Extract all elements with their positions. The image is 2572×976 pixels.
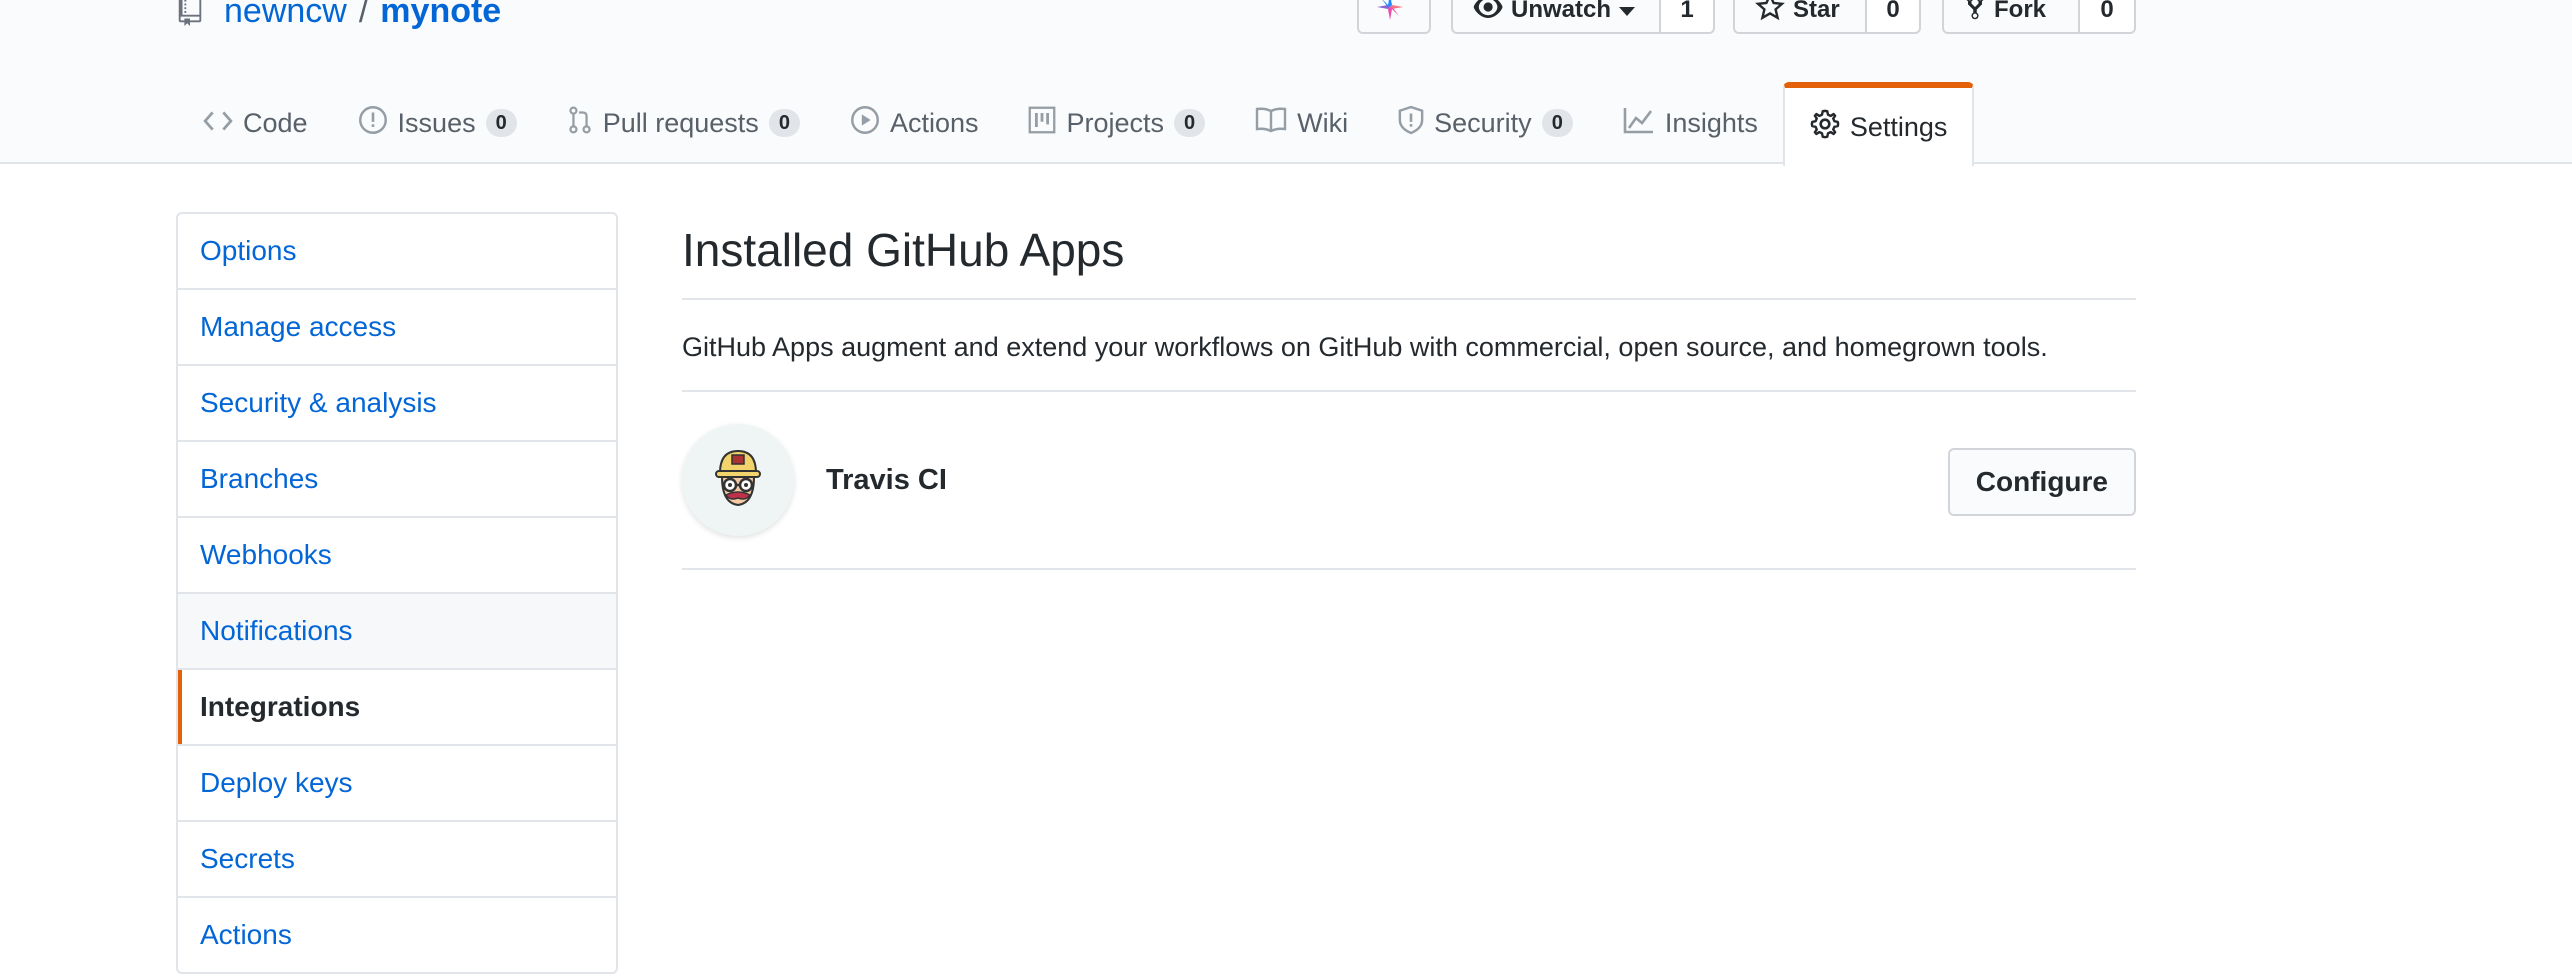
repo-name-link[interactable]: mynote xyxy=(380,0,501,31)
repo-icon xyxy=(178,0,204,28)
graph-icon xyxy=(1623,106,1665,141)
book-icon xyxy=(1255,107,1297,140)
watch-button-group: Unwatch 1 xyxy=(1451,0,1715,34)
tab-settings[interactable]: Settings xyxy=(1782,82,1975,166)
sidebar-item-deploy-keys[interactable]: Deploy keys xyxy=(178,746,616,822)
sidebar-item-actions[interactable]: Actions xyxy=(178,898,616,972)
code-icon xyxy=(203,108,243,139)
repo-separator: / xyxy=(358,0,369,30)
tab-label: Settings xyxy=(1849,111,1948,142)
tab-label: Insights xyxy=(1664,107,1758,138)
tab-label: Issues xyxy=(397,107,476,138)
main-content: Installed GitHub Apps GitHub Apps augmen… xyxy=(682,212,2136,570)
caret-down-icon xyxy=(1619,0,1643,24)
sidebar-item-secrets[interactable]: Secrets xyxy=(178,822,616,898)
tab-projects[interactable]: Projects 0 xyxy=(1003,82,1230,164)
tab-code[interactable]: Code xyxy=(178,82,333,164)
star-button[interactable]: Star xyxy=(1733,0,1867,34)
sidebar-item-webhooks[interactable]: Webhooks xyxy=(178,518,616,594)
tab-label: Pull requests xyxy=(602,107,759,138)
tab-pull-requests[interactable]: Pull requests 0 xyxy=(542,82,825,164)
sidebar-item-manage-access[interactable]: Manage access xyxy=(178,290,616,366)
star-icon xyxy=(1755,0,1793,28)
watchers-count-link[interactable]: 1 xyxy=(1661,0,1715,34)
shield-icon xyxy=(1398,105,1434,142)
page-title: Installed GitHub Apps xyxy=(682,212,2136,300)
repo-nav-tabs: Code Issues 0 Pull requests 0 Actions Pr… xyxy=(178,82,1975,166)
settings-sidebar: Options Manage access Security & analysi… xyxy=(176,212,618,974)
tab-label: Code xyxy=(243,107,308,138)
issue-icon xyxy=(358,105,398,142)
tab-security[interactable]: Security 0 xyxy=(1373,82,1598,164)
tab-label: Wiki xyxy=(1297,107,1349,138)
eye-icon xyxy=(1473,0,1511,25)
star-button-group: Star 0 xyxy=(1733,0,1921,34)
sidebar-item-branches[interactable]: Branches xyxy=(178,442,616,518)
sidebar-item-integrations[interactable]: Integrations xyxy=(178,670,616,746)
fork-icon xyxy=(1964,0,1994,28)
tab-issues[interactable]: Issues 0 xyxy=(333,82,542,164)
tab-wiki[interactable]: Wiki xyxy=(1230,82,1373,164)
app-avatar xyxy=(682,424,794,536)
repo-owner-link[interactable]: newncw xyxy=(224,0,347,31)
sparkle-icon xyxy=(1375,0,1413,29)
star-label: Star xyxy=(1793,0,1840,23)
fork-button[interactable]: Fork xyxy=(1942,0,2080,34)
fork-button-group: Fork 0 xyxy=(1942,0,2136,34)
installed-app-row: Travis CI Configure xyxy=(682,392,2136,570)
security-counter: 0 xyxy=(1541,109,1573,137)
tab-label: Actions xyxy=(889,107,979,138)
unwatch-button[interactable]: Unwatch xyxy=(1451,0,1661,34)
page-description: GitHub Apps augment and extend your work… xyxy=(682,300,2136,392)
tab-actions[interactable]: Actions xyxy=(825,82,1004,164)
gear-icon xyxy=(1810,109,1850,146)
pull-request-icon xyxy=(567,105,603,142)
repo-title: newncw / mynote xyxy=(178,0,501,36)
travis-mascot-icon xyxy=(706,443,770,518)
repository-header: newncw / mynote Unwatch 1 Star 0 Fork 0 … xyxy=(0,0,2572,166)
projects-counter: 0 xyxy=(1174,109,1206,137)
tab-label: Security xyxy=(1434,107,1532,138)
tab-label: Projects xyxy=(1066,107,1165,138)
stargazers-count-link[interactable]: 0 xyxy=(1867,0,1921,34)
forks-count-link[interactable]: 0 xyxy=(2080,0,2136,34)
sidebar-item-security-analysis[interactable]: Security & analysis xyxy=(178,366,616,442)
project-icon xyxy=(1028,106,1066,141)
sponsor-button-group xyxy=(1357,0,1431,34)
sponsor-button[interactable] xyxy=(1357,0,1431,34)
pull-requests-counter: 0 xyxy=(768,109,800,137)
sidebar-item-notifications[interactable]: Notifications xyxy=(178,594,616,670)
issues-counter: 0 xyxy=(485,109,517,137)
unwatch-label: Unwatch xyxy=(1511,0,1612,23)
sidebar-item-options[interactable]: Options xyxy=(178,214,616,290)
tab-insights[interactable]: Insights xyxy=(1598,82,1783,164)
app-name: Travis CI xyxy=(826,463,947,496)
fork-label: Fork xyxy=(1994,0,2047,23)
configure-button[interactable]: Configure xyxy=(1947,448,2136,516)
play-icon xyxy=(850,105,890,142)
